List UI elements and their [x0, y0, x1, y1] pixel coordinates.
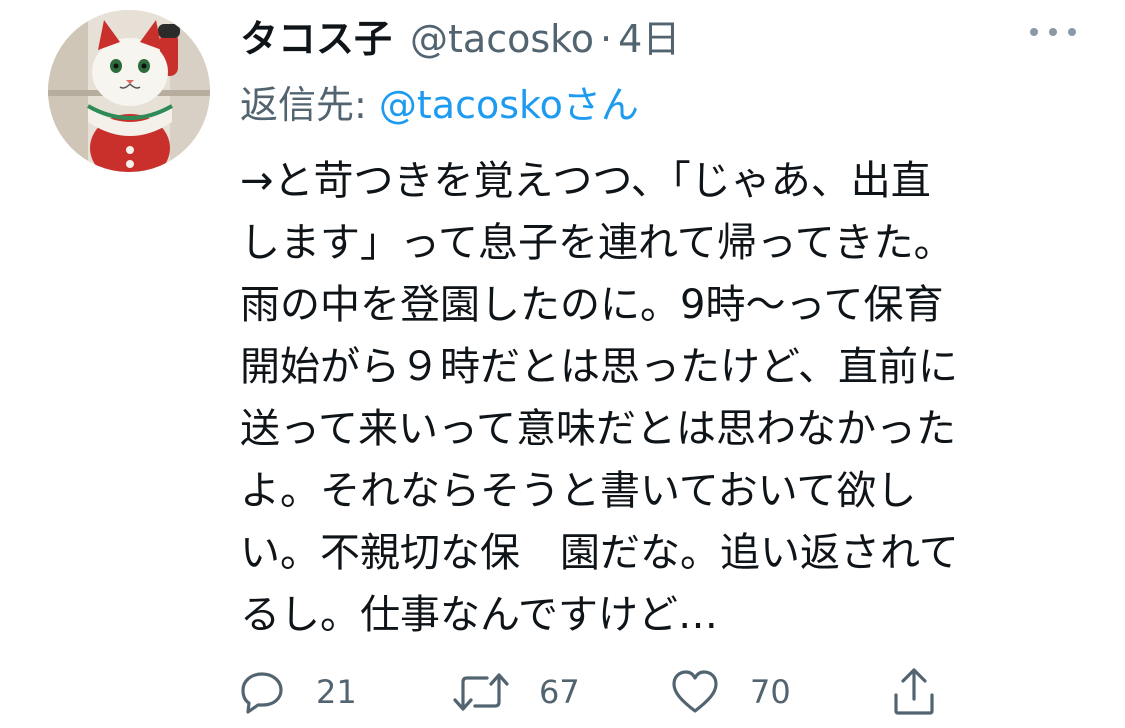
timestamp[interactable]: 4日 — [618, 8, 680, 63]
tweet-text-line: 送って来いって意味だとは思わなかった — [240, 406, 956, 452]
tweet-text-line: るし。仕事なんですけど… — [240, 592, 718, 638]
tweet-header: タコス子 @tacosko · 4日 — [240, 8, 680, 62]
more-dot — [1068, 28, 1076, 36]
tweet-text: →と苛つきを覚えつつ、「じゃあ、出直 します」って息子を連れて帰ってきた。 雨の… — [240, 150, 1060, 646]
action-bar: 21 67 70 — [238, 664, 1058, 720]
reply-icon — [241, 672, 283, 714]
tweet-text-line: →と苛つきを覚えつつ、「じゃあ、出直 — [240, 158, 931, 204]
maneki-neko-avatar-icon — [48, 10, 210, 172]
like-count: 70 — [750, 673, 791, 711]
more-dot — [1030, 28, 1038, 36]
tweet-text-line: 雨の中を登園したのに。9時〜って保育 — [240, 282, 944, 328]
reply-mention-link[interactable]: @tacoskoさん — [379, 83, 639, 127]
display-name[interactable]: タコス子 — [240, 8, 392, 63]
reply-count: 21 — [316, 673, 357, 711]
retweet-count: 67 — [539, 673, 580, 711]
reply-button[interactable]: 21 — [238, 664, 357, 720]
replying-to: 返信先: @tacoskoさん — [240, 74, 639, 129]
tweet-text-line: 開始がら９時だとは思ったけど、直前に — [240, 344, 958, 390]
tweet-text-line: します」って息子を連れて帰ってきた。 — [240, 220, 954, 266]
retweet-icon — [453, 673, 509, 711]
replying-prefix: 返信先: — [240, 83, 379, 127]
tweet-text-line: よ。それならそうと書いておいて欲し — [240, 468, 917, 514]
user-handle[interactable]: @tacosko — [410, 17, 594, 61]
avatar[interactable] — [48, 10, 210, 172]
share-icon — [894, 668, 934, 715]
tweet-text-line: い。不親切な保 園だな。追い返されて — [240, 530, 959, 576]
tweet: タコス子 @tacosko · 4日 返信先: @tacoskoさん →と苛つき… — [0, 0, 1125, 728]
like-button[interactable]: 70 — [670, 664, 791, 720]
separator: · — [600, 17, 613, 61]
share-button[interactable] — [890, 664, 938, 720]
more-dot — [1049, 28, 1057, 36]
more-icon[interactable] — [1030, 22, 1076, 42]
retweet-button[interactable]: 67 — [453, 664, 580, 720]
heart-icon — [672, 670, 718, 713]
